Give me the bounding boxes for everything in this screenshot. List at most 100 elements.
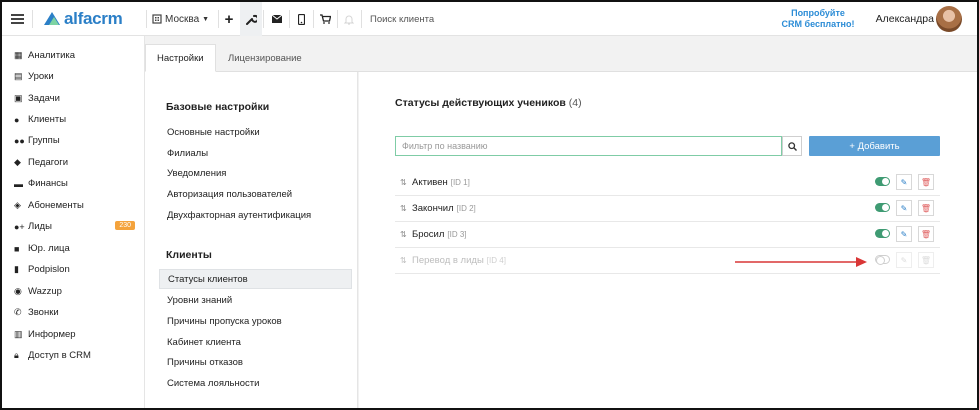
add-status-button[interactable]: + Добавить: [809, 136, 940, 156]
user-name[interactable]: Александра: [872, 2, 934, 36]
status-count: (4): [568, 97, 582, 109]
plus-icon[interactable]: +: [218, 2, 240, 36]
menu-item-branches[interactable]: Филиалы: [159, 143, 352, 163]
menu-item-client-cabinet[interactable]: Кабинет клиента: [159, 332, 352, 352]
pencil-icon: ✎: [900, 229, 908, 239]
logo[interactable]: alfacrm: [44, 2, 134, 36]
sidebar-item-label: Задачи: [28, 93, 60, 104]
trash-icon: 🗑︎: [920, 203, 932, 213]
delete-button[interactable]: 🗑︎: [918, 252, 934, 268]
sidebar-item-teachers[interactable]: ◆ Педагоги: [2, 152, 145, 173]
pencil-icon: ✎: [900, 177, 908, 187]
phone-icon: ✆: [14, 307, 22, 317]
sidebar-item-groups[interactable]: ●● Группы: [2, 130, 145, 151]
sidebar-item-wazzup[interactable]: ◉ Wazzup: [2, 281, 145, 302]
phone-icon[interactable]: [290, 2, 312, 36]
sidebar-item-label: Уроки: [28, 71, 54, 82]
status-toggle[interactable]: [875, 203, 890, 212]
sidebar-item-label: Клиенты: [28, 114, 67, 125]
client-search[interactable]: Поиск клиента: [370, 2, 490, 36]
window-icon: ▥: [14, 329, 23, 339]
pencil-icon: ✎: [900, 255, 908, 265]
menu-item-skip-reasons[interactable]: Причины пропуска уроков: [159, 311, 352, 331]
delete-button[interactable]: 🗑︎: [918, 174, 934, 190]
menu-item-notifications[interactable]: Уведомления: [159, 163, 352, 183]
annotation-arrow-icon: [735, 257, 867, 267]
status-row: ⇅ Бросил [ID 3] ✎ 🗑︎: [395, 222, 940, 248]
sidebar-item-label: Аналитика: [28, 50, 76, 61]
wrench-icon[interactable]: [240, 2, 262, 36]
drag-handle-icon[interactable]: ⇅: [400, 230, 409, 239]
sidebar-item-label: Юр. лица: [28, 243, 70, 254]
menu-item-user-auth[interactable]: Авторизация пользователей: [159, 184, 352, 204]
drag-handle-icon[interactable]: ⇅: [400, 256, 409, 265]
menu-item-knowledge-levels[interactable]: Уровни знаний: [159, 290, 352, 310]
tag-icon: ◈: [14, 200, 21, 210]
page-title-text: Статусы действующих учеников: [395, 97, 566, 109]
status-name: Бросил: [412, 229, 445, 240]
sidebar-item-calls[interactable]: ✆ Звонки: [2, 302, 145, 323]
sidebar-item-label: Доступ в CRM: [28, 350, 91, 361]
divider: [361, 10, 362, 28]
filter-input[interactable]: [395, 136, 782, 156]
cart-icon[interactable]: [314, 2, 336, 36]
sidebar-item-tasks[interactable]: ▣ Задачи: [2, 88, 145, 109]
sidebar-item-subscriptions[interactable]: ◈ Абонементы: [2, 195, 145, 216]
menu-item-loyalty[interactable]: Система лояльности: [159, 373, 352, 393]
status-name: Закончил: [412, 203, 454, 214]
sidebar-item-label: Абонементы: [28, 200, 84, 211]
user-icon: ●: [14, 114, 20, 125]
sidebar-item-leads[interactable]: ●+ Лиды 230: [2, 216, 145, 237]
delete-button[interactable]: 🗑︎: [918, 226, 934, 242]
avatar[interactable]: [936, 6, 962, 32]
drag-handle-icon[interactable]: ⇅: [400, 204, 409, 213]
sidebar: ▦ Аналитика ▤ Уроки ▣ Задачи ● Клиенты ●● Гру…: [2, 36, 145, 408]
edit-button[interactable]: ✎: [896, 174, 912, 190]
trash-icon: 🗑︎: [920, 229, 932, 239]
sidebar-item-analytics[interactable]: ▦ Аналитика: [2, 45, 145, 66]
branch-selector[interactable]: Москва ▼: [152, 2, 218, 36]
section-title: Базовые настройки: [166, 101, 270, 113]
logo-text: alfacrm: [64, 9, 123, 28]
menu-icon[interactable]: [6, 2, 28, 36]
status-name: Перевод в лиды: [412, 255, 484, 266]
map-icon: ▦: [14, 50, 23, 60]
sidebar-item-label: Лиды: [28, 221, 52, 232]
tab-licensing[interactable]: Лицензирование: [217, 44, 313, 72]
sidebar-item-label: Педагоги: [28, 157, 69, 168]
clipboard-icon: ▣: [14, 93, 23, 103]
bell-icon[interactable]: [338, 2, 360, 36]
sidebar-item-lessons[interactable]: ▤ Уроки: [2, 66, 145, 87]
trash-icon: 🗑︎: [920, 255, 932, 265]
tab-settings[interactable]: Настройки: [145, 44, 216, 72]
logo-mark-icon: [44, 12, 60, 25]
promo-link[interactable]: Попробуйте CRM бесплатно!: [772, 2, 864, 36]
edit-button[interactable]: ✎: [896, 226, 912, 242]
menu-item-main-settings[interactable]: Основные настройки: [159, 122, 352, 142]
menu-item-two-factor[interactable]: Двухфакторная аутентификация: [159, 205, 352, 225]
delete-button[interactable]: 🗑︎: [918, 200, 934, 216]
settings-tabs: Настройки Лицензирование: [145, 36, 977, 72]
divider: [263, 10, 264, 28]
status-toggle[interactable]: [875, 229, 890, 238]
promo-line: CRM бесплатно!: [781, 19, 855, 29]
document-icon: ▮: [14, 264, 19, 274]
status-toggle[interactable]: [875, 177, 890, 186]
sidebar-item-label: Звонки: [28, 307, 59, 318]
sidebar-item-informer[interactable]: ▥ Информер: [2, 324, 145, 345]
mail-icon[interactable]: [266, 2, 288, 36]
status-row: ⇅ Активен [ID 1] ✎ 🗑︎: [395, 170, 940, 196]
menu-item-refusal-reasons[interactable]: Причины отказов: [159, 352, 352, 372]
sidebar-item-finance[interactable]: ▬ Финансы: [2, 173, 145, 194]
sidebar-item-clients[interactable]: ● Клиенты: [2, 109, 145, 130]
edit-button[interactable]: ✎: [896, 252, 912, 268]
edit-button[interactable]: ✎: [896, 200, 912, 216]
status-toggle[interactable]: [875, 255, 890, 265]
sidebar-item-legal-entities[interactable]: ■ Юр. лица: [2, 238, 145, 259]
menu-item-client-statuses[interactable]: Статусы клиентов: [159, 269, 352, 289]
sidebar-item-crm-access[interactable]: 🔒︎ Доступ в CRM: [2, 345, 145, 366]
drag-handle-icon[interactable]: ⇅: [400, 178, 409, 187]
search-button[interactable]: [782, 136, 802, 156]
sidebar-item-podpislon[interactable]: ▮ Podpislon: [2, 259, 145, 280]
sidebar-item-label: Финансы: [28, 178, 68, 189]
